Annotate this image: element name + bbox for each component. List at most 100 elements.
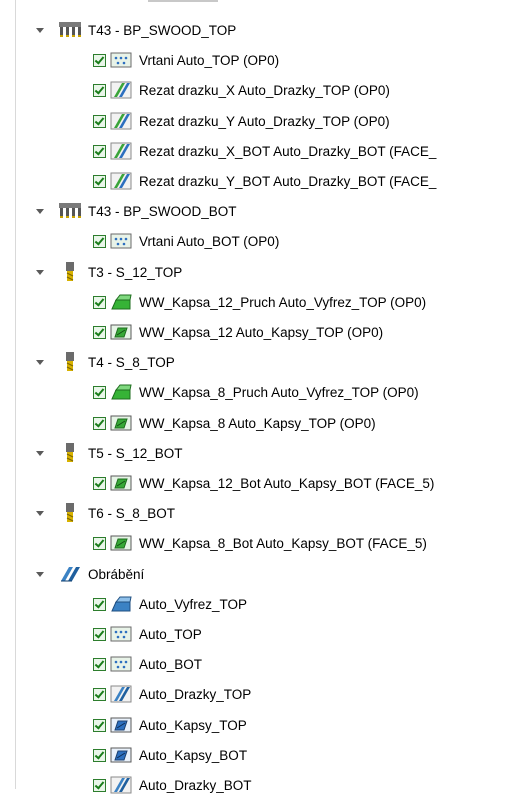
chevron-down-icon[interactable]	[36, 438, 50, 468]
tree-item-label: Auto_Drazky_BOT	[139, 777, 252, 793]
tree-item-row[interactable]: Auto_BOT	[93, 649, 202, 679]
tree-item-label: Auto_Kapsy_BOT	[139, 747, 248, 763]
tree-item-label: WW_Kapsa_12_Bot Auto_Kapsy_BOT (FACE_5)	[139, 475, 435, 491]
checkbox[interactable]	[93, 416, 106, 430]
tree-item-row[interactable]: WW_Kapsa_12_Bot Auto_Kapsy_BOT (FACE_5)	[93, 468, 434, 498]
chevron-down-icon[interactable]	[36, 15, 50, 45]
tree-item-label: Auto_TOP	[139, 626, 202, 642]
tree-group-row[interactable]: T4 - S_8_TOP	[36, 347, 175, 377]
checkbox[interactable]	[93, 295, 106, 309]
tree-group-label: T43 - BP_SWOOD_TOP	[88, 22, 237, 38]
tree-item-row[interactable]: WW_Kapsa_8 Auto_Kapsy_TOP (OP0)	[93, 408, 376, 438]
chevron-down-icon[interactable]	[36, 196, 50, 226]
tree-item-row[interactable]: Rezat drazku_X_BOT Auto_Drazky_BOT (FACE…	[93, 136, 436, 166]
pocket-op-icon	[110, 322, 132, 342]
pocket-op-icon	[110, 473, 132, 493]
tree-item-label: Vrtani Auto_TOP (OP0)	[139, 52, 280, 68]
tree-group-row[interactable]: T43 - BP_SWOOD_TOP	[36, 15, 236, 45]
tree-group-row[interactable]: Obrábění	[36, 559, 144, 589]
tree-item-row[interactable]: Auto_Kapsy_TOP	[93, 710, 247, 740]
checkbox[interactable]	[93, 536, 106, 550]
checkbox[interactable]	[93, 83, 106, 97]
checkbox[interactable]	[93, 476, 106, 490]
tree-item-label: Rezat drazku_X Auto_Drazky_TOP (OP0)	[139, 82, 390, 98]
tree-item-label: Auto_BOT	[139, 656, 203, 672]
tree-group-label: T43 - BP_SWOOD_BOT	[88, 203, 237, 219]
tree-group-row[interactable]: T5 - S_12_BOT	[36, 438, 183, 468]
tree-item-label: Auto_Vyfrez_TOP	[139, 596, 248, 612]
checkbox[interactable]	[93, 597, 106, 611]
groove-op-icon	[110, 80, 132, 100]
tree-item-label: Auto_Drazky_TOP	[139, 686, 252, 702]
tree-item-label: Rezat drazku_Y Auto_Drazky_TOP (OP0)	[139, 113, 390, 129]
checkbox[interactable]	[93, 718, 106, 732]
tree-item-label: WW_Kapsa_12_Pruch Auto_Vyfrez_TOP (OP0)	[139, 294, 427, 310]
checkbox[interactable]	[93, 385, 106, 399]
checkbox[interactable]	[93, 114, 106, 128]
contour-blue-icon	[110, 594, 132, 614]
drill-head-icon	[58, 199, 82, 223]
tree-group-label: Obrábění	[88, 566, 145, 582]
chevron-down-icon[interactable]	[36, 498, 50, 528]
tree-item-row[interactable]: Auto_Kapsy_BOT	[93, 740, 247, 770]
tree-group-label: T3 - S_12_TOP	[88, 264, 183, 280]
tree-item-label: Rezat drazku_Y_BOT Auto_Drazky_BOT (FACE…	[139, 173, 437, 189]
tree-item-row[interactable]: WW_Kapsa_8_Pruch Auto_Vyfrez_TOP (OP0)	[93, 377, 419, 407]
tree-item-row[interactable]: Vrtani Auto_TOP (OP0)	[93, 45, 279, 75]
tree-item-label: Auto_Kapsy_TOP	[139, 717, 247, 733]
checkbox[interactable]	[93, 325, 106, 339]
drilling-op-icon	[110, 654, 132, 674]
groove-op-icon	[110, 111, 132, 131]
checkbox[interactable]	[93, 174, 106, 188]
tree-item-row[interactable]: Vrtani Auto_BOT (OP0)	[93, 226, 279, 256]
tree-item-row[interactable]: Auto_Drazky_TOP	[93, 679, 251, 709]
tree-item-label: WW_Kapsa_8_Pruch Auto_Vyfrez_TOP (OP0)	[139, 384, 419, 400]
tree-group-row[interactable]: T43 - BP_SWOOD_BOT	[36, 196, 237, 226]
tree-item-row[interactable]: Auto_TOP	[93, 619, 202, 649]
tree-item-label: WW_Kapsa_8 Auto_Kapsy_TOP (OP0)	[139, 415, 376, 431]
contour-op-icon	[110, 292, 132, 312]
tree-item-row[interactable]: Rezat drazku_X Auto_Drazky_TOP (OP0)	[93, 75, 390, 105]
tree-group-row[interactable]: T6 - S_8_BOT	[36, 498, 175, 528]
tree-item-label: Vrtani Auto_BOT (OP0)	[139, 233, 280, 249]
checkbox[interactable]	[93, 144, 106, 158]
checkbox[interactable]	[93, 778, 106, 792]
chevron-down-icon[interactable]	[36, 347, 50, 377]
checkbox[interactable]	[93, 657, 106, 671]
chevron-down-icon[interactable]	[36, 257, 50, 287]
tree-group-label: T4 - S_8_TOP	[88, 354, 175, 370]
tree-item-row[interactable]: WW_Kapsa_12_Pruch Auto_Vyfrez_TOP (OP0)	[93, 287, 426, 317]
pocket-blue-icon	[110, 715, 132, 735]
tree-item-row[interactable]: WW_Kapsa_12 Auto_Kapsy_TOP (OP0)	[93, 317, 383, 347]
checkbox[interactable]	[93, 748, 106, 762]
end-mill-icon	[58, 350, 82, 374]
checkbox[interactable]	[93, 53, 106, 67]
drilling-op-icon	[110, 50, 132, 70]
checkbox[interactable]	[93, 687, 106, 701]
tree-item-row[interactable]: Auto_Drazky_BOT	[93, 770, 252, 800]
tree-item-row[interactable]: WW_Kapsa_8_Bot Auto_Kapsy_BOT (FACE_5)	[93, 528, 427, 558]
tree-item-row[interactable]: Rezat drazku_Y Auto_Drazky_TOP (OP0)	[93, 106, 390, 136]
chevron-down-icon[interactable]	[36, 559, 50, 589]
tree-group-label: T5 - S_12_BOT	[88, 445, 183, 461]
contour-op-icon	[110, 382, 132, 402]
tree-item-row[interactable]: Rezat drazku_Y_BOT Auto_Drazky_BOT (FACE…	[93, 166, 436, 196]
checkbox[interactable]	[93, 234, 106, 248]
tree-group-row[interactable]: T3 - S_12_TOP	[36, 257, 182, 287]
tree-group-label: T6 - S_8_BOT	[88, 505, 176, 521]
machining-icon	[58, 562, 82, 586]
checkbox[interactable]	[93, 627, 106, 641]
tree-guide-line	[15, 0, 16, 789]
tree-item-label: Rezat drazku_X_BOT Auto_Drazky_BOT (FACE…	[139, 143, 437, 159]
tree-item-row[interactable]: Auto_Vyfrez_TOP	[93, 589, 247, 619]
end-mill-icon	[58, 441, 82, 465]
groove-op-icon	[110, 171, 132, 191]
drilling-op-icon	[110, 624, 132, 644]
drill-head-icon	[58, 18, 82, 42]
drilling-op-icon	[110, 231, 132, 251]
tree-item-label: WW_Kapsa_12 Auto_Kapsy_TOP (OP0)	[139, 324, 384, 340]
tree-item-label: WW_Kapsa_8_Bot Auto_Kapsy_BOT (FACE_5)	[139, 535, 427, 551]
groove-blue-icon	[110, 684, 132, 704]
pocket-op-icon	[110, 413, 132, 433]
end-mill-icon	[58, 260, 82, 284]
